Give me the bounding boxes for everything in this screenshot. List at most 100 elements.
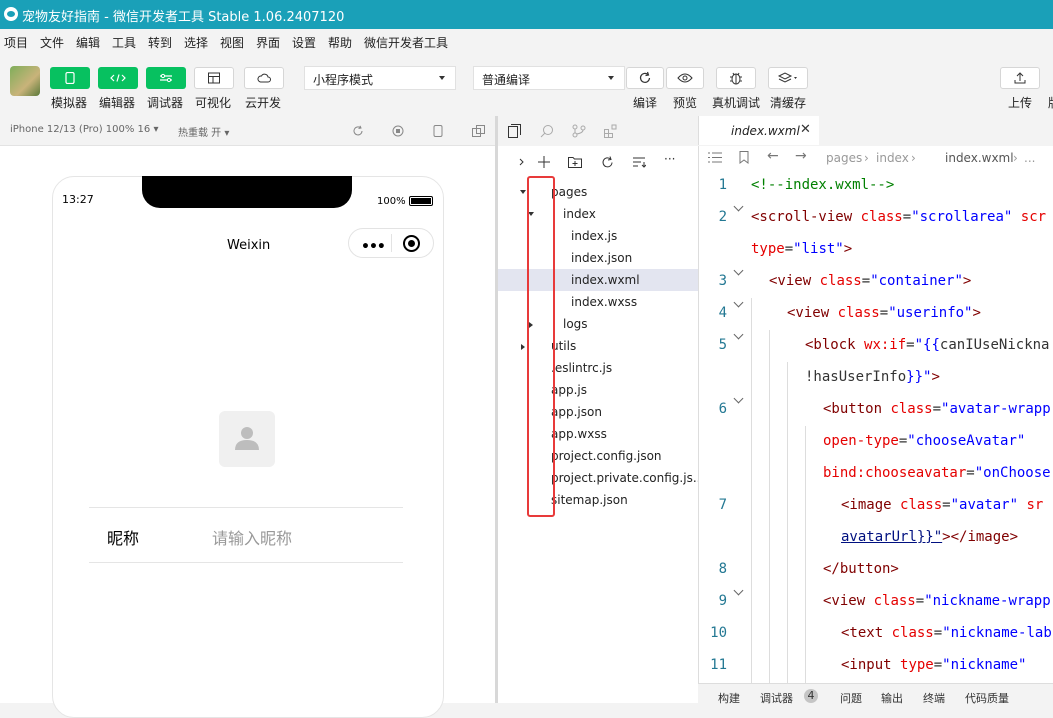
breadcrumb-item[interactable]: index.wxml — [945, 151, 1014, 165]
add-icon[interactable] — [538, 156, 550, 168]
code-line: bind:chooseavatar="onChoose — [823, 465, 1051, 481]
nav-title: Weixin — [227, 238, 271, 253]
cloud-dev-button[interactable] — [244, 67, 284, 89]
code-line: <text class="nickname-lab — [841, 625, 1052, 641]
tree-item-label: index.js — [571, 229, 618, 243]
tree-item-label: .eslintrc.js — [551, 361, 613, 375]
new-folder-icon[interactable] — [568, 156, 582, 168]
close-icon[interactable]: ✕ — [800, 122, 811, 137]
sort-icon[interactable] — [633, 156, 646, 168]
menu-item-help[interactable]: 帮助 — [328, 34, 352, 51]
fold-chevron-icon[interactable] — [733, 585, 744, 596]
avatar-button[interactable] — [219, 411, 275, 467]
clear-cache-label: 清缓存 — [770, 96, 807, 110]
breadcrumb-item[interactable]: index — [876, 151, 909, 165]
code-line: type="list"> — [751, 241, 853, 257]
capsule-menu[interactable]: ••• — [348, 228, 434, 258]
default-avatar-icon — [235, 427, 259, 450]
code-editor[interactable]: 1 2 3 4 5 6 7 8 9 10 11 <!--index.wxml--… — [698, 170, 1053, 683]
menu-item-tools[interactable]: 工具 — [112, 34, 136, 51]
tab-debugger[interactable]: 调试器 — [760, 690, 793, 706]
tree-item-label: index.wxml — [571, 273, 640, 287]
tab-terminal[interactable]: 终端 — [923, 690, 945, 706]
menu-bar: 项目 文件 编辑 工具 转到 选择 视图 界面 设置 帮助 微信开发者工具 — [0, 29, 1053, 54]
line-number: 3 — [718, 273, 727, 289]
more-icon[interactable]: ··· — [664, 152, 675, 166]
tab-build[interactable]: 构建 — [718, 690, 740, 706]
editor-toggle-button[interactable] — [98, 67, 138, 89]
window-title: 宠物友好指南 - 微信开发者工具 Stable 1.06.2407120 — [22, 10, 345, 25]
files-icon[interactable] — [508, 124, 522, 138]
menu-item-project[interactable]: 项目 — [4, 34, 28, 51]
chevron-down-icon — [608, 76, 614, 80]
compile-button[interactable] — [626, 67, 664, 89]
tab-code-quality[interactable]: 代码质量 — [965, 690, 1009, 706]
simulator-label: 模拟器 — [51, 96, 88, 110]
more-dots-icon[interactable]: ••• — [361, 239, 386, 255]
collapse-toggle-icon[interactable] — [518, 157, 528, 167]
fold-chevron-icon[interactable] — [733, 329, 744, 340]
indent-guide — [787, 362, 788, 683]
bug-icon — [730, 72, 742, 85]
debugger-toggle-button[interactable] — [146, 67, 186, 89]
menu-item-wechat-devtools[interactable]: 微信开发者工具 — [364, 34, 448, 51]
fold-chevron-icon[interactable] — [733, 297, 744, 308]
device-select[interactable]: iPhone 12/13 (Pro) 100% 16 ▾ — [10, 124, 158, 135]
line-number: 11 — [710, 657, 727, 673]
bookmark-icon[interactable] — [739, 151, 749, 164]
rotate-icon[interactable] — [352, 125, 364, 137]
close-miniprogram-icon[interactable] — [403, 235, 420, 252]
visual-button[interactable] — [194, 67, 234, 89]
fold-chevron-icon[interactable] — [733, 393, 744, 404]
menu-item-goto[interactable]: 转到 — [148, 34, 172, 51]
menu-item-edit[interactable]: 编辑 — [76, 34, 100, 51]
fold-chevron-icon[interactable] — [733, 201, 744, 212]
stop-icon[interactable] — [392, 125, 404, 137]
list-icon[interactable] — [708, 152, 722, 163]
phone-outline-icon[interactable] — [433, 125, 443, 137]
menu-item-ui[interactable]: 界面 — [256, 34, 280, 51]
divider — [89, 507, 403, 508]
menu-item-select[interactable]: 选择 — [184, 34, 208, 51]
extensions-icon[interactable] — [604, 124, 618, 138]
code-line: !hasUserInfo}}"> — [805, 369, 940, 385]
back-arrow-icon[interactable]: ← — [767, 148, 779, 164]
code-line: <image class="avatar" sr — [841, 497, 1044, 513]
line-number: 10 — [710, 625, 727, 641]
menu-item-file[interactable]: 文件 — [40, 34, 64, 51]
simulator-header: iPhone 12/13 (Pro) 100% 16 ▾ 热重载 开 ▾ — [0, 116, 497, 146]
explorer-toolbar: ··· — [498, 146, 698, 178]
popout-icon[interactable] — [472, 125, 485, 137]
code-line: open-type="chooseAvatar" — [823, 433, 1026, 449]
hot-reload-toggle[interactable]: 热重载 开 ▾ — [178, 124, 229, 139]
indent-guide — [805, 426, 806, 683]
tree-item-label: logs — [563, 317, 588, 331]
project-avatar[interactable] — [10, 66, 40, 96]
refresh-icon[interactable] — [601, 156, 614, 169]
breadcrumb-item[interactable]: ... — [1024, 151, 1035, 165]
forward-arrow-icon[interactable]: → — [795, 148, 807, 164]
mode-select[interactable]: 小程序模式 — [304, 66, 456, 90]
preview-button[interactable] — [666, 67, 704, 89]
code-line: <view class="container"> — [769, 273, 972, 289]
upload-button[interactable] — [1000, 67, 1040, 89]
fold-chevron-icon[interactable] — [733, 265, 744, 276]
real-device-debug-button[interactable] — [716, 67, 756, 89]
chevron-down-icon — [520, 190, 526, 194]
tree-item-label: pages — [551, 185, 588, 199]
breadcrumb-item[interactable]: pages — [826, 151, 862, 165]
menu-item-settings[interactable]: 设置 — [292, 34, 316, 51]
simulator-toggle-button[interactable] — [50, 67, 90, 89]
source-control-icon[interactable] — [572, 124, 586, 138]
clear-cache-button[interactable] — [768, 67, 808, 89]
tab-problems[interactable]: 问题 — [840, 690, 862, 706]
tab-output[interactable]: 输出 — [881, 690, 903, 706]
editor-tab-index-wxml[interactable]: index.wxml ✕ — [699, 116, 819, 145]
compile-mode-select[interactable]: 普通编译 — [473, 66, 625, 90]
phone-notch — [142, 176, 352, 208]
menu-item-view[interactable]: 视图 — [220, 34, 244, 51]
refresh-icon — [639, 71, 651, 83]
nickname-input[interactable]: 请输入昵称 — [212, 525, 292, 549]
search-icon[interactable] — [540, 124, 554, 138]
upload-icon — [1014, 72, 1026, 84]
